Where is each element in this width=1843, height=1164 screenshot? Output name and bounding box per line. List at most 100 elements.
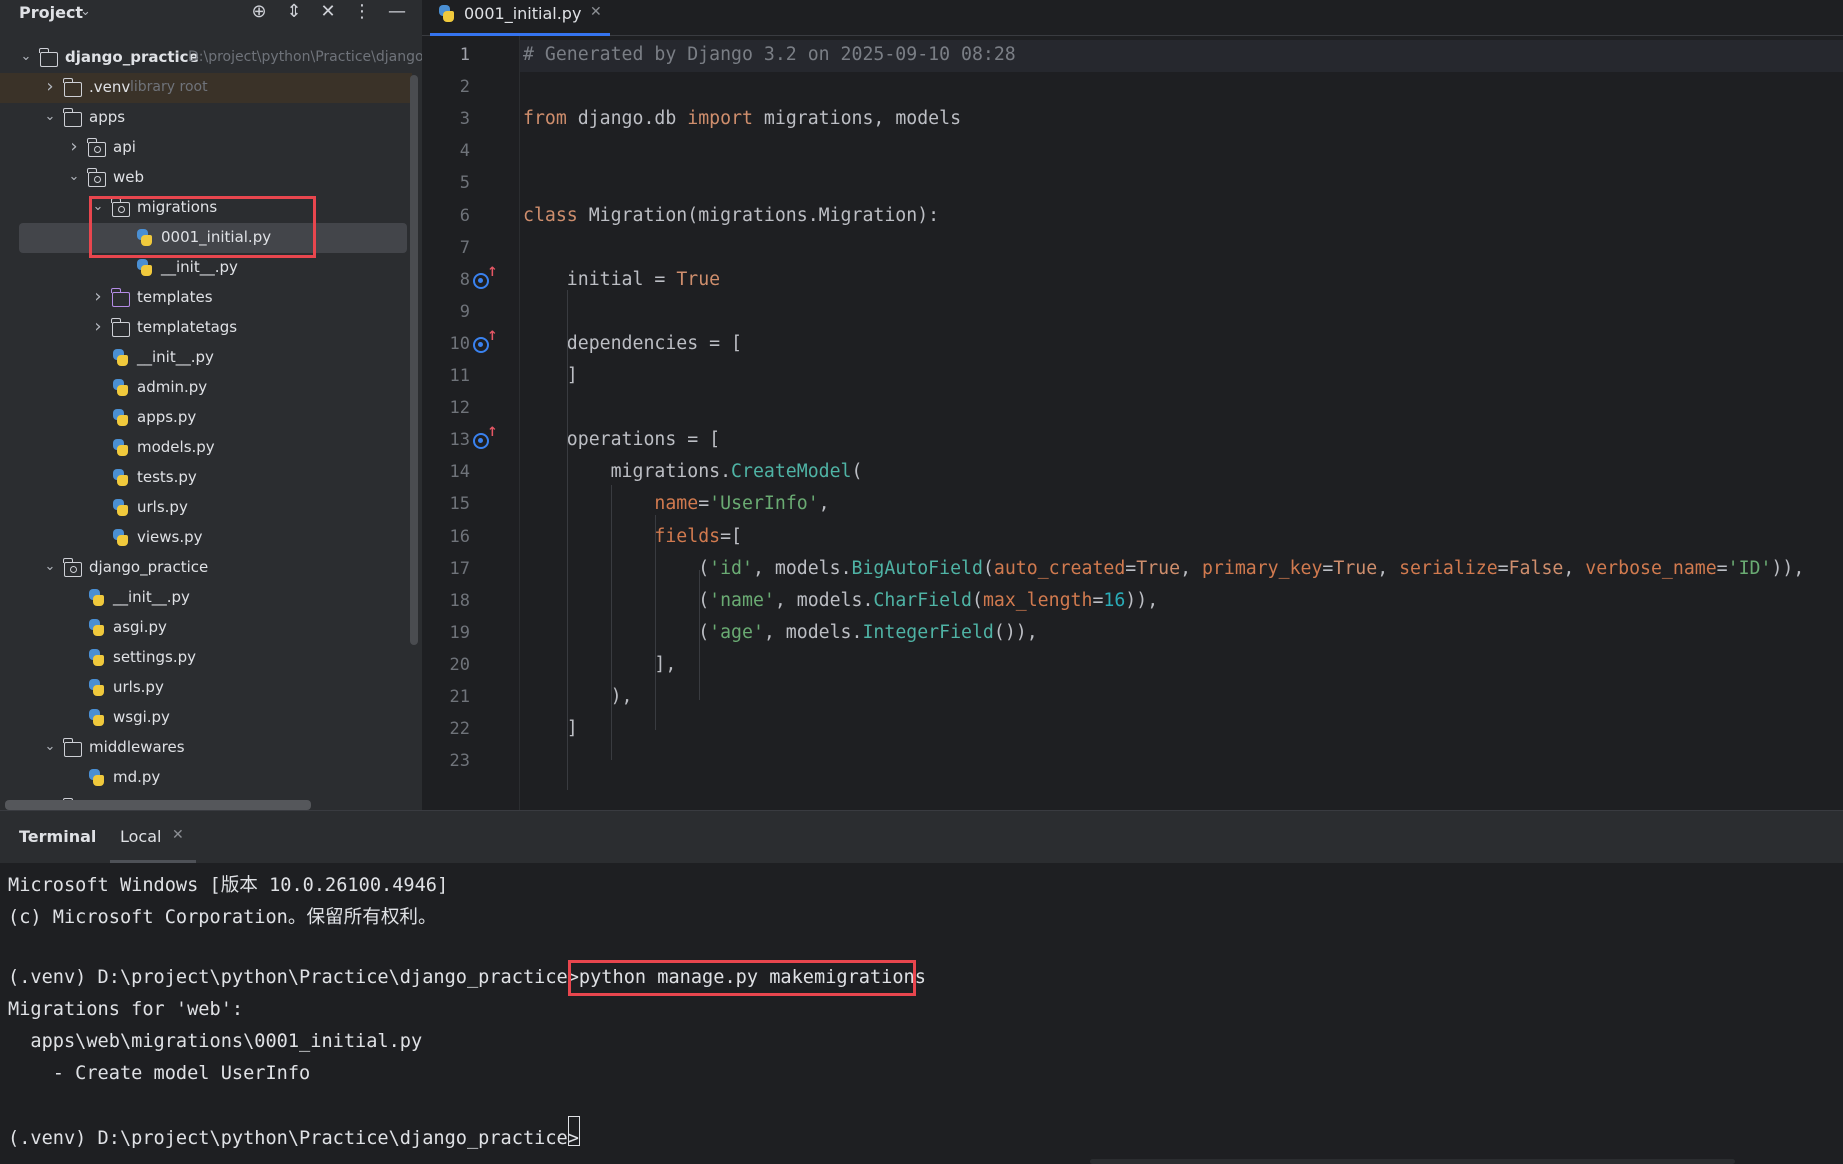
line-number: 21 <box>449 687 470 707</box>
project-view-selector[interactable]: Project <box>19 3 83 22</box>
code-token: , <box>1563 557 1586 579</box>
collapse-all-icon[interactable]: ✕ <box>317 1 339 22</box>
tree-item-api[interactable]: › api <box>0 133 412 163</box>
code-line[interactable]: 11 ] <box>422 361 1843 393</box>
line-number: 8 <box>459 269 470 290</box>
chevron-down-icon[interactable]: ⌄ <box>43 559 57 574</box>
code-token: , models. <box>752 557 852 579</box>
code-line[interactable]: 16 fields=[ <box>422 522 1843 554</box>
tree-item--venv[interactable]: › .venv library root <box>0 73 412 103</box>
tree-item-asgi-py[interactable]: asgi.py <box>0 613 412 643</box>
code-line[interactable]: 5 <box>422 168 1843 200</box>
close-tab-icon[interactable]: ✕ <box>590 4 602 20</box>
tree-item-urls-py[interactable]: urls.py <box>0 673 412 703</box>
tree-item-wsgi-py[interactable]: wsgi.py <box>0 703 412 733</box>
code-line[interactable]: 13 ↑ operations = [ <box>422 425 1843 457</box>
code-line[interactable]: 9 <box>422 297 1843 329</box>
tree-item-apps[interactable]: ⌄ apps <box>0 103 412 133</box>
python-file-icon <box>88 769 105 786</box>
code-line[interactable]: 1 # Generated by Django 3.2 on 2025-09-10… <box>422 40 1843 72</box>
editor-tab-0001-initial[interactable]: 0001_initial.py ✕ <box>430 0 610 36</box>
line-number: 7 <box>459 237 470 258</box>
code-line[interactable]: 17 ('id', models.BigAutoField(auto_creat… <box>422 554 1843 586</box>
tree-item-urls-py[interactable]: urls.py <box>0 493 412 523</box>
tree-item-web[interactable]: ⌄ web <box>0 163 412 193</box>
code-line[interactable]: 21 ), <box>422 682 1843 714</box>
locate-file-icon[interactable]: ⊕ <box>248 1 270 22</box>
chevron-right-icon[interactable]: › <box>91 286 105 307</box>
code-line[interactable]: 23 <box>422 746 1843 778</box>
tree-item-tests-py[interactable]: tests.py <box>0 463 412 493</box>
code-line[interactable]: 12 <box>422 393 1843 425</box>
python-file-icon <box>112 499 129 516</box>
chevron-down-icon[interactable]: ⌄ <box>67 169 81 184</box>
chevron-down-icon[interactable]: ⌄ <box>80 4 91 19</box>
tree-item-settings-py[interactable]: settings.py <box>0 643 412 673</box>
python-file-icon <box>112 379 129 396</box>
more-options-icon[interactable]: ⋮ <box>351 1 373 22</box>
tree-item--init-py[interactable]: __init__.py <box>0 343 412 373</box>
chevron-right-icon[interactable]: › <box>91 316 105 337</box>
python-file-icon <box>88 679 105 696</box>
tree-item-views-py[interactable]: views.py <box>0 523 412 553</box>
line-number: 16 <box>449 526 470 547</box>
chevron-down-icon[interactable]: ⌄ <box>19 49 33 64</box>
chevron-right-icon[interactable]: › <box>67 136 81 157</box>
tree-item-admin-py[interactable]: admin.py <box>0 373 412 403</box>
code-text: ], <box>523 654 676 675</box>
tree-item-md-py[interactable]: md.py <box>0 763 412 793</box>
folder-icon <box>63 738 82 757</box>
code-line[interactable]: 6 class Migration(migrations.Migration): <box>422 201 1843 233</box>
code-token: migrations, models <box>752 108 962 130</box>
folder-icon <box>111 318 130 337</box>
code-line[interactable]: 2 <box>422 72 1843 104</box>
package-folder-icon <box>63 558 82 577</box>
overrides-icon[interactable]: ↑ <box>473 329 498 356</box>
chevron-right-icon[interactable]: › <box>43 76 57 97</box>
tree-item-middlewares[interactable]: ⌄ middlewares <box>0 733 412 763</box>
code-text: class Migration(migrations.Migration): <box>523 205 939 226</box>
tree-item-django-practice[interactable]: ⌄ django_practice D:\project\python\Practi… <box>0 43 422 73</box>
overrides-icon[interactable]: ↑ <box>473 265 498 292</box>
tree-horizontal-scrollbar[interactable] <box>5 800 311 810</box>
terminal-line: Migrations for 'web': <box>8 998 244 1020</box>
project-header: Project ⌄ ⊕ ⇕ ✕ ⋮ — <box>0 0 422 26</box>
code-line[interactable]: 3 from django.db import migrations, model… <box>422 104 1843 136</box>
code-line[interactable]: 19 ('age', models.IntegerField()), <box>422 618 1843 650</box>
line-number: 14 <box>449 462 470 483</box>
tree-item-label: asgi.py <box>113 618 167 636</box>
close-tab-icon[interactable]: ✕ <box>172 827 184 843</box>
tree-item-templatetags[interactable]: › templatetags <box>0 313 412 343</box>
code-token: 16 <box>1103 589 1126 611</box>
code-line[interactable]: 7 <box>422 233 1843 265</box>
tree-item-apps-py[interactable]: apps.py <box>0 403 412 433</box>
tree-item-django-practice[interactable]: ⌄ django_practice <box>0 553 412 583</box>
tree-item--init-py[interactable]: __init__.py <box>0 583 412 613</box>
code-token: ] <box>523 718 578 740</box>
indent-guide <box>567 290 568 790</box>
code-token: , <box>1377 557 1400 579</box>
chevron-down-icon[interactable]: ⌄ <box>43 739 57 754</box>
tree-vertical-scrollbar[interactable] <box>410 75 418 645</box>
code-line[interactable]: 20 ], <box>422 650 1843 682</box>
tree-item-models-py[interactable]: models.py <box>0 433 412 463</box>
code-token: class <box>523 204 578 226</box>
code-line[interactable]: 18 ('name', models.CharField(max_length=… <box>422 586 1843 618</box>
code-token: , models. <box>763 621 863 643</box>
terminal-tab-local[interactable]: Local ✕ <box>110 811 196 863</box>
expand-all-icon[interactable]: ⇕ <box>283 1 305 22</box>
line-number: 3 <box>459 109 470 130</box>
code-line[interactable]: 14 migrations.CreateModel( <box>422 457 1843 489</box>
chevron-down-icon[interactable]: ⌄ <box>43 109 57 124</box>
overrides-icon[interactable]: ↑ <box>473 425 498 452</box>
code-line[interactable]: 10 ↑ dependencies = [ <box>422 329 1843 361</box>
tree-item-templates[interactable]: › templates <box>0 283 412 313</box>
code-line[interactable]: 15 name='UserInfo', <box>422 489 1843 521</box>
code-line[interactable]: 8 ↑ initial = True <box>422 265 1843 297</box>
code-line[interactable]: 22 ] <box>422 714 1843 746</box>
line-number: 2 <box>459 77 470 98</box>
python-file-icon <box>88 589 105 606</box>
minimize-icon[interactable]: — <box>386 1 408 22</box>
code-line[interactable]: 4 <box>422 136 1843 168</box>
terminal-horizontal-scrollbar[interactable] <box>1090 1159 1735 1164</box>
